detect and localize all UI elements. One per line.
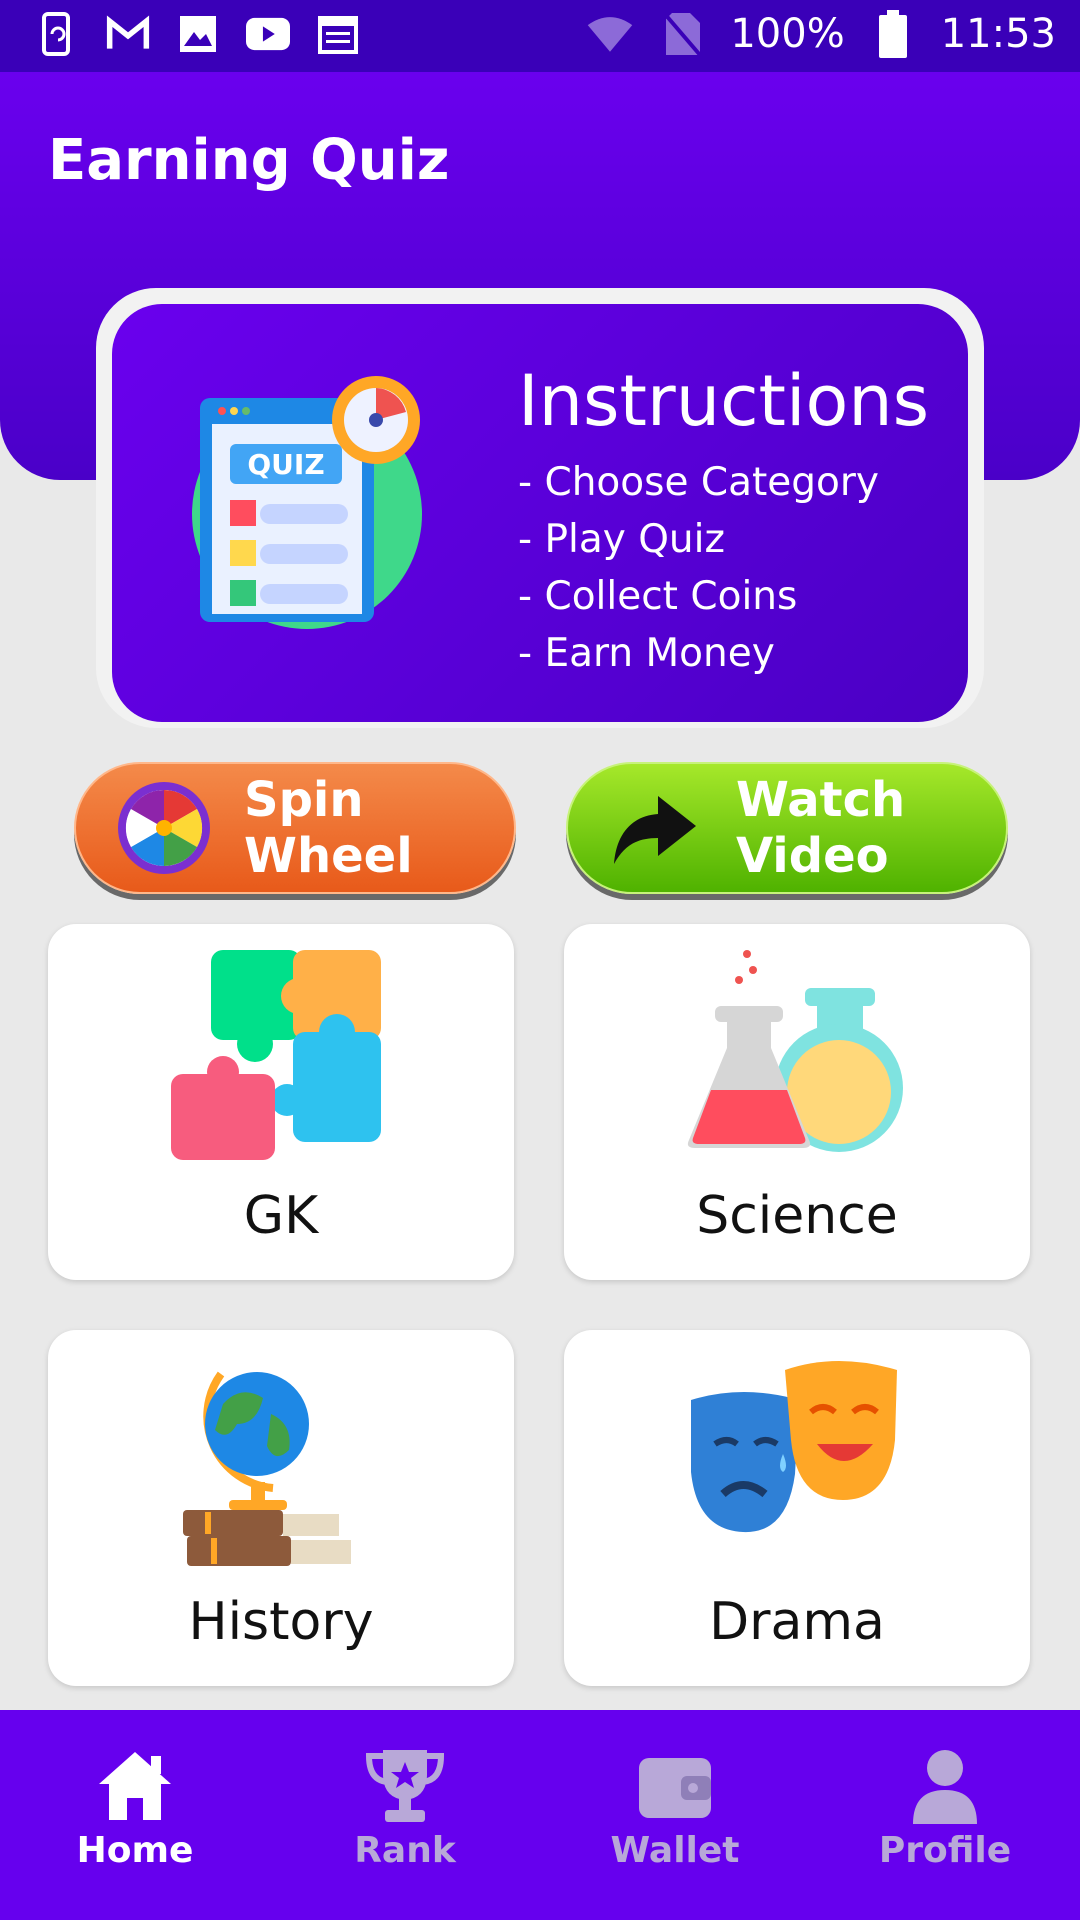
flask-icon (687, 948, 907, 1168)
share-arrow-icon (608, 780, 704, 876)
quiz-illustration-icon: QUIZ (192, 374, 432, 634)
instruction-step: - Play Quiz (518, 517, 725, 562)
spin-wheel-icon (116, 780, 212, 876)
instruction-step: - Choose Category (518, 460, 879, 505)
nav-label: Home (76, 1830, 194, 1871)
instruction-step: - Collect Coins (518, 574, 798, 619)
category-label: History (188, 1592, 374, 1652)
category-card-history[interactable]: History (48, 1330, 514, 1686)
profile-icon (905, 1746, 985, 1826)
theater-masks-icon (687, 1354, 907, 1574)
battery-icon (869, 10, 917, 58)
home-icon (95, 1746, 175, 1826)
instructions-title: Instructions (518, 360, 930, 442)
category-card-gk[interactable]: GK (48, 924, 514, 1280)
image-icon (176, 12, 220, 56)
globe-books-icon (171, 1354, 391, 1574)
watch-video-button[interactable]: Watch Video (566, 762, 1008, 894)
nav-item-profile[interactable]: Profile (810, 1710, 1080, 1920)
trophy-icon (365, 1746, 445, 1826)
nav-item-rank[interactable]: Rank (270, 1710, 540, 1920)
category-label: GK (243, 1186, 319, 1246)
nav-label: Wallet (610, 1830, 740, 1871)
category-label: Science (696, 1186, 898, 1246)
category-card-science[interactable]: Science (564, 924, 1030, 1280)
instructions-card: QUIZ Instructions - Choose Category - Pl… (112, 304, 968, 722)
watch-video-label: Watch Video (736, 772, 906, 884)
nav-item-wallet[interactable]: Wallet (540, 1710, 810, 1920)
wifi-icon (586, 10, 634, 58)
spin-wheel-label: Spin Wheel (244, 772, 413, 884)
no-sim-icon (658, 10, 706, 58)
gmail-icon (106, 12, 150, 56)
phone-sync-icon (36, 12, 80, 56)
spin-wheel-button[interactable]: Spin Wheel (74, 762, 516, 894)
nav-label: Profile (878, 1830, 1012, 1871)
status-bar: 100% 11:53 (0, 0, 1080, 72)
battery-percent: 100% (730, 11, 845, 57)
instruction-step: - Earn Money (518, 631, 775, 676)
page-title: Earning Quiz (48, 128, 450, 193)
bottom-navigation: Home Rank Wallet Profile (0, 1710, 1080, 1920)
nav-item-home[interactable]: Home (0, 1710, 270, 1920)
puzzle-icon (171, 948, 391, 1168)
category-label: Drama (709, 1592, 885, 1652)
wallet-icon (635, 1746, 715, 1826)
calendar-icon (316, 12, 360, 56)
quiz-badge-text: QUIZ (247, 448, 324, 481)
instructions-list: - Choose Category - Play Quiz - Collect … (518, 454, 879, 682)
category-card-drama[interactable]: Drama (564, 1330, 1030, 1686)
clock: 11:53 (940, 11, 1056, 57)
youtube-icon (246, 12, 290, 56)
nav-label: Rank (354, 1830, 456, 1871)
